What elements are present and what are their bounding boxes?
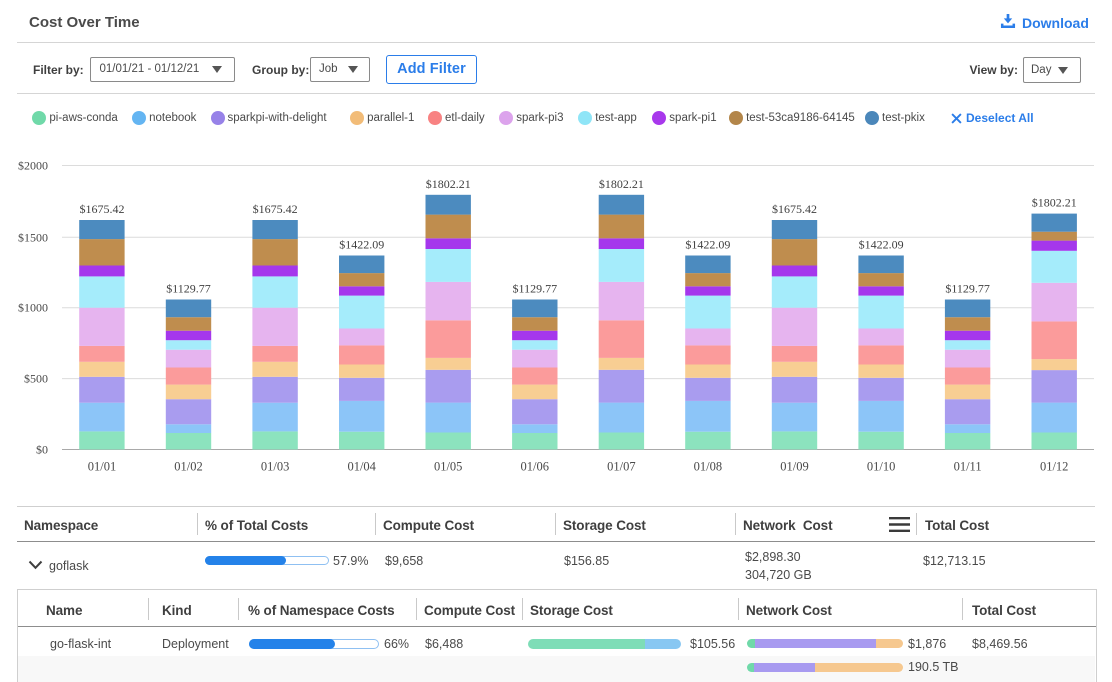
svg-text:01/11: 01/11 (954, 460, 982, 474)
svg-text:01/06: 01/06 (521, 460, 549, 474)
svg-text:01/08: 01/08 (694, 460, 722, 474)
svg-text:01/09: 01/09 (780, 460, 808, 474)
svg-text:$1422.09: $1422.09 (685, 238, 730, 252)
svg-text:01/04: 01/04 (347, 460, 376, 474)
svg-text:01/12: 01/12 (1040, 460, 1068, 474)
svg-text:01/07: 01/07 (607, 460, 635, 474)
svg-text:$1802.21: $1802.21 (426, 177, 471, 191)
svg-text:$1802.21: $1802.21 (1032, 196, 1077, 210)
svg-text:$1129.77: $1129.77 (945, 282, 990, 296)
svg-text:$1129.77: $1129.77 (513, 282, 558, 296)
svg-text:01/02: 01/02 (174, 460, 202, 474)
svg-text:$1422.09: $1422.09 (339, 238, 384, 252)
svg-text:$1500: $1500 (18, 230, 48, 244)
svg-text:$500: $500 (24, 372, 48, 386)
svg-text:01/01: 01/01 (88, 460, 116, 474)
svg-text:$0: $0 (36, 443, 48, 457)
svg-text:$1422.09: $1422.09 (859, 238, 904, 252)
svg-text:$1675.42: $1675.42 (80, 202, 125, 216)
svg-text:$1675.42: $1675.42 (772, 202, 817, 216)
svg-text:01/05: 01/05 (434, 460, 462, 474)
svg-text:$1802.21: $1802.21 (599, 177, 644, 191)
svg-text:$2000: $2000 (18, 159, 48, 173)
svg-text:$1675.42: $1675.42 (253, 202, 298, 216)
svg-text:$1000: $1000 (18, 301, 48, 315)
svg-text:01/10: 01/10 (867, 460, 895, 474)
svg-text:$1129.77: $1129.77 (166, 282, 211, 296)
svg-text:01/03: 01/03 (261, 460, 289, 474)
